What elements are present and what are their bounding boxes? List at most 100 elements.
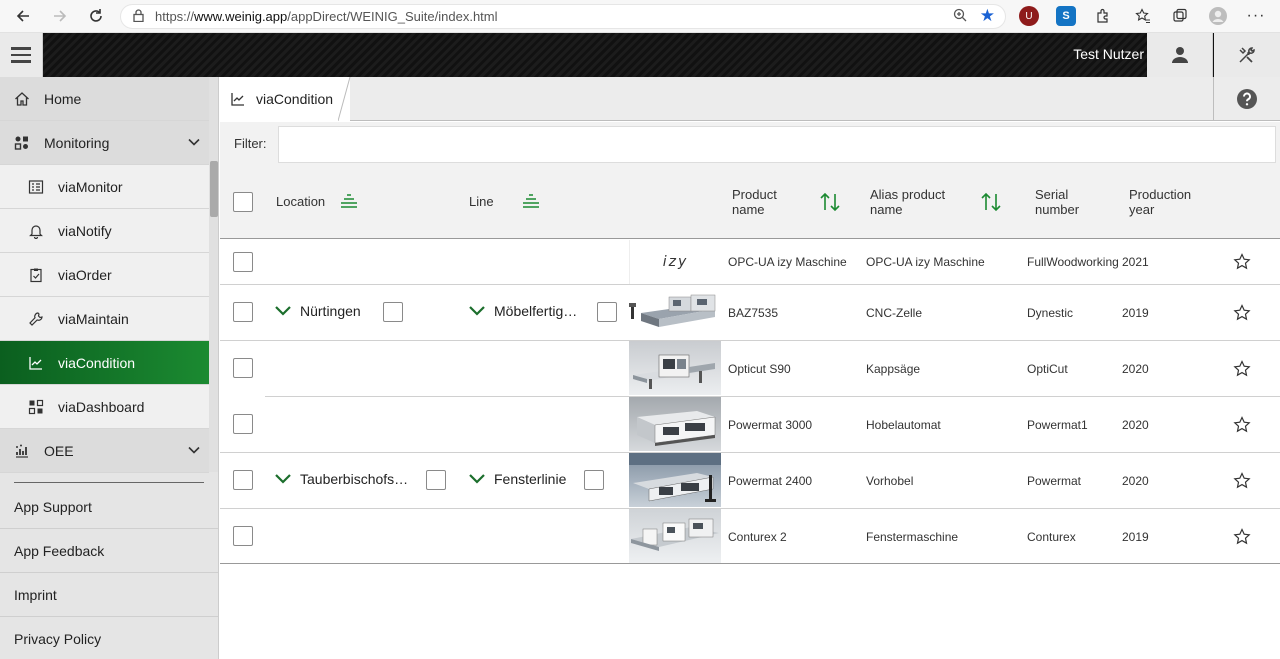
filter-label: Filter:	[234, 136, 267, 151]
table-row[interactable]: Nürtingen Möbelfertig… BAZ7535 CNC-Zelle…	[220, 285, 1280, 340]
sidebar-item-viamonitor[interactable]: viaMonitor	[0, 165, 209, 209]
sidebar-item-viacondition[interactable]: viaCondition	[0, 341, 209, 385]
group-line-fensterlinie[interactable]: Fensterlinie	[468, 471, 566, 487]
scrollbar-thumb[interactable]	[210, 161, 218, 217]
column-header-line[interactable]: Line	[469, 194, 494, 209]
row-checkbox[interactable]	[233, 358, 253, 378]
header-line: year	[1129, 202, 1155, 217]
favorite-star-icon[interactable]	[1233, 472, 1251, 490]
chevron-down-icon[interactable]	[187, 135, 201, 149]
serial-number: Conturex	[1027, 530, 1076, 544]
row-checkbox[interactable]	[233, 414, 253, 434]
column-header-alias-product-name[interactable]: Alias product name	[870, 187, 945, 217]
chevron-down-icon[interactable]	[274, 472, 292, 486]
settings-tools-button[interactable]	[1214, 33, 1280, 77]
favorite-star-icon[interactable]	[1233, 528, 1251, 546]
filter-input[interactable]	[278, 126, 1276, 163]
tab-viacondition[interactable]: viaCondition	[220, 77, 350, 121]
menu-icon[interactable]	[0, 33, 43, 77]
table-row[interactable]: izy OPC-UA izy Maschine OPC-UA izy Masch…	[220, 240, 1280, 284]
column-header-product-name[interactable]: Product name	[732, 187, 777, 217]
chevron-down-icon[interactable]	[187, 443, 201, 457]
serial-number: Dynestic	[1027, 306, 1074, 320]
home-icon	[14, 91, 44, 107]
sidebar-item-oee[interactable]: OEE	[0, 429, 209, 473]
help-button[interactable]	[1213, 77, 1280, 121]
group-location-label: Tauberbischofs…	[300, 471, 409, 487]
column-header-serial-number[interactable]: Serial number	[1035, 187, 1079, 217]
chevron-down-icon[interactable]	[468, 472, 486, 486]
sidebar-item-monitoring[interactable]: Monitoring	[0, 121, 209, 165]
sort-alias-icon[interactable]	[980, 191, 1002, 213]
sidebar-item-vianotify[interactable]: viaNotify	[0, 209, 209, 253]
user-profile-button[interactable]	[1147, 33, 1213, 77]
sidebar-item-label: viaMonitor	[58, 178, 123, 195]
imprint-link[interactable]: Imprint	[0, 573, 218, 617]
table-row[interactable]: Opticut S90 Kappsäge OptiCut 2020	[220, 341, 1280, 396]
row-checkbox[interactable]	[233, 302, 253, 322]
ublock-extension-icon[interactable]: U	[1019, 6, 1039, 26]
group-by-line-icon[interactable]	[522, 193, 540, 209]
group-line-checkbox[interactable]	[584, 470, 604, 490]
forward-icon[interactable]	[42, 0, 78, 33]
column-header-location[interactable]: Location	[276, 194, 325, 209]
group-by-location-icon[interactable]	[340, 193, 358, 209]
zoom-icon[interactable]	[953, 8, 967, 25]
group-line-checkbox[interactable]	[597, 302, 617, 322]
sidebar-item-viadashboard[interactable]: viaDashboard	[0, 385, 209, 429]
sort-product-name-icon[interactable]	[819, 191, 841, 213]
chevron-down-icon[interactable]	[274, 304, 292, 318]
sidebar: Home Monitoring viaMonitor viaNotify via…	[0, 77, 219, 659]
url-text: https://www.weinig.app/appDirect/WEINIG_…	[155, 9, 498, 24]
table-row[interactable]: Powermat 3000 Hobelautomat Powermat1 202…	[220, 397, 1280, 452]
chevron-down-icon[interactable]	[468, 304, 486, 318]
tools-icon	[1239, 47, 1255, 63]
profile-avatar-icon[interactable]	[1208, 6, 1228, 26]
sidebar-item-home[interactable]: Home	[0, 77, 209, 121]
more-menu-icon[interactable]: ···	[1246, 6, 1266, 26]
group-line-moebelfertigung[interactable]: Möbelfertig…	[468, 303, 577, 319]
row-checkbox[interactable]	[233, 470, 253, 490]
group-location-tauberbischofsheim[interactable]: Tauberbischofs…	[274, 471, 408, 487]
collections-icon[interactable]	[1170, 6, 1190, 26]
user-icon	[1171, 47, 1188, 63]
lock-icon	[133, 8, 155, 25]
favorite-star-icon[interactable]: ★	[980, 6, 995, 26]
machine-image-powermat-2400	[629, 453, 721, 507]
table-row[interactable]: Conturex 2 Fenstermaschine Conturex 2019	[220, 509, 1280, 563]
privacy-policy-link[interactable]: Privacy Policy	[0, 617, 218, 659]
back-icon[interactable]	[5, 0, 41, 33]
favorite-star-icon[interactable]	[1233, 360, 1251, 378]
column-header-production-year[interactable]: Production year	[1129, 187, 1191, 217]
select-all-checkbox[interactable]	[233, 192, 253, 212]
izy-logo-text: izy	[662, 254, 689, 270]
alias-name: OPC-UA izy Maschine	[866, 255, 985, 269]
row-checkbox[interactable]	[233, 526, 253, 546]
group-location-nuertingen[interactable]: Nürtingen	[274, 303, 361, 319]
tab-label: viaCondition	[256, 91, 334, 107]
row-checkbox[interactable]	[233, 252, 253, 272]
production-year: 2021	[1122, 255, 1149, 269]
reload-icon[interactable]	[78, 0, 114, 33]
group-location-checkbox[interactable]	[426, 470, 446, 490]
header-line: number	[1035, 202, 1080, 217]
app-support-link[interactable]: App Support	[0, 485, 218, 529]
machine-image-powermat-3000	[629, 397, 721, 451]
alias-name: CNC-Zelle	[866, 306, 923, 320]
favorite-star-icon[interactable]	[1233, 253, 1251, 271]
favorite-star-icon[interactable]	[1233, 304, 1251, 322]
header-line: Alias product	[870, 187, 946, 202]
product-name: Powermat 3000	[728, 418, 813, 432]
sidebar-item-viaorder[interactable]: viaOrder	[0, 253, 209, 297]
extensions-puzzle-icon[interactable]	[1093, 6, 1113, 26]
sidebar-scrollbar[interactable]	[209, 77, 218, 472]
sidebar-item-viamaintain[interactable]: viaMaintain	[0, 297, 209, 341]
favorites-list-icon[interactable]	[1133, 6, 1153, 26]
skype-extension-icon[interactable]: S	[1056, 6, 1076, 26]
table-row[interactable]: Tauberbischofs… Fensterlinie Powermat 24…	[220, 453, 1280, 508]
monitoring-icon	[14, 135, 44, 151]
favorite-star-icon[interactable]	[1233, 416, 1251, 434]
address-bar[interactable]: https://www.weinig.app/appDirect/WEINIG_…	[120, 4, 1006, 29]
app-feedback-link[interactable]: App Feedback	[0, 529, 218, 573]
group-location-checkbox[interactable]	[383, 302, 403, 322]
